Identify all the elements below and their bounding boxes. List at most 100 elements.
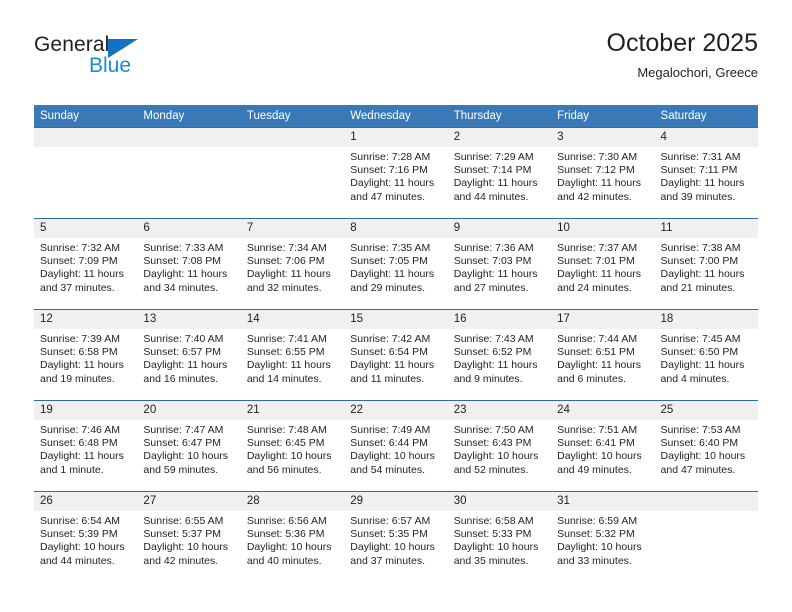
day-box: 4 Sunrise: 7:31 AM Sunset: 7:11 PM Daylight…	[654, 128, 758, 217]
calendar-day-cell[interactable]: 7 Sunrise: 7:34 AM Sunset: 7:06 PM Daylight…	[240, 218, 345, 310]
day-details: Sunrise: 7:50 AM Sunset: 6:43 PM Daylight:…	[448, 420, 551, 477]
calendar-day-cell[interactable]: 16 Sunrise: 7:43 AM Sunset: 6:52 PM Dayligh…	[447, 309, 552, 401]
day-details: Sunrise: 6:55 AM Sunset: 5:37 PM Daylight:…	[137, 511, 240, 568]
calendar-day-cell[interactable]: 28 Sunrise: 6:56 AM Sunset: 5:36 PM Dayligh…	[240, 491, 345, 582]
calendar-day-cell[interactable]: 8 Sunrise: 7:35 AM Sunset: 7:05 PM Daylight…	[344, 218, 448, 310]
calendar-day-cell[interactable]: 21 Sunrise: 7:48 AM Sunset: 6:45 PM Dayligh…	[240, 400, 345, 492]
calendar-day-cell[interactable]: 18 Sunrise: 7:45 AM Sunset: 6:50 PM Dayligh…	[654, 309, 758, 401]
calendar-day-cell[interactable]: 22 Sunrise: 7:49 AM Sunset: 6:44 PM Dayligh…	[344, 400, 448, 492]
weekday-header-monday: Monday	[137, 105, 241, 128]
calendar-day-cell[interactable]: 26 Sunrise: 6:54 AM Sunset: 5:39 PM Dayligh…	[34, 491, 138, 582]
sunset-text: Sunset: 5:36 PM	[246, 528, 325, 541]
daylight-text-cont: and 33 minutes.	[557, 554, 632, 567]
calendar-day-cell[interactable]: 11 Sunrise: 7:38 AM Sunset: 7:00 PM Dayligh…	[654, 218, 758, 310]
sunset-text: Sunset: 6:55 PM	[246, 346, 325, 359]
daylight-text: Daylight: 10 hours	[453, 541, 539, 554]
daylight-text-cont: and 35 minutes.	[453, 554, 529, 567]
day-number: 29	[344, 492, 448, 511]
day-box: 9 Sunrise: 7:36 AM Sunset: 7:03 PM Daylight…	[447, 219, 552, 308]
calendar-day-cell[interactable]: 29 Sunrise: 6:57 AM Sunset: 5:35 PM Dayligh…	[344, 491, 448, 582]
calendar-day-cell[interactable]: 23 Sunrise: 7:50 AM Sunset: 6:43 PM Dayligh…	[447, 400, 552, 492]
sunrise-text: Sunrise: 7:44 AM	[557, 333, 638, 345]
sunrise-text: Sunrise: 7:47 AM	[143, 424, 224, 436]
day-details: Sunrise: 6:58 AM Sunset: 5:33 PM Daylight:…	[448, 511, 551, 568]
daylight-text: Daylight: 10 hours	[557, 450, 642, 463]
calendar-day-cell[interactable]: 20 Sunrise: 7:47 AM Sunset: 6:47 PM Dayligh…	[137, 400, 241, 492]
day-details: Sunrise: 7:45 AM Sunset: 6:50 PM Daylight:…	[655, 329, 758, 386]
daylight-text-cont: and 42 minutes.	[143, 554, 219, 567]
day-number: 12	[34, 310, 138, 329]
weekday-header-tuesday: Tuesday	[240, 105, 345, 128]
daylight-text: Daylight: 10 hours	[660, 450, 746, 463]
calendar-day-cell[interactable]: 25 Sunrise: 7:53 AM Sunset: 6:40 PM Dayligh…	[654, 400, 758, 492]
calendar-body: 1 Sunrise: 7:28 AM Sunset: 7:16 PM Daylight…	[34, 127, 758, 582]
calendar-day-cell[interactable]: 3 Sunrise: 7:30 AM Sunset: 7:12 PM Daylight…	[551, 127, 655, 219]
day-details: Sunrise: 6:54 AM Sunset: 5:39 PM Daylight:…	[34, 511, 137, 568]
calendar-day-cell[interactable]: 31 Sunrise: 6:59 AM Sunset: 5:32 PM Dayligh…	[551, 491, 655, 582]
day-box: 2 Sunrise: 7:29 AM Sunset: 7:14 PM Daylight…	[447, 128, 552, 217]
day-details: Sunrise: 7:31 AM Sunset: 7:11 PM Daylight:…	[655, 147, 758, 204]
day-number: 14	[240, 310, 345, 329]
daylight-text-cont: and 34 minutes.	[143, 281, 219, 294]
calendar-day-cell[interactable]: 13 Sunrise: 7:40 AM Sunset: 6:57 PM Dayligh…	[137, 309, 241, 401]
day-details: Sunrise: 7:30 AM Sunset: 7:12 PM Daylight:…	[551, 147, 654, 204]
calendar-day-cell[interactable]: 5 Sunrise: 7:32 AM Sunset: 7:09 PM Daylight…	[34, 218, 138, 310]
calendar-day-cell[interactable]: 30 Sunrise: 6:58 AM Sunset: 5:33 PM Dayligh…	[447, 491, 552, 582]
day-details: Sunrise: 7:51 AM Sunset: 6:41 PM Daylight:…	[551, 420, 654, 477]
calendar-day-cell[interactable]: 27 Sunrise: 6:55 AM Sunset: 5:37 PM Dayligh…	[137, 491, 241, 582]
calendar-day-cell[interactable]: 19 Sunrise: 7:46 AM Sunset: 6:48 PM Dayligh…	[34, 400, 138, 492]
sunrise-text: Sunrise: 7:42 AM	[350, 333, 431, 345]
calendar-day-cell[interactable]: 4 Sunrise: 7:31 AM Sunset: 7:11 PM Daylight…	[654, 127, 758, 219]
day-number: 9	[447, 219, 552, 238]
calendar-day-cell[interactable]: 1 Sunrise: 7:28 AM Sunset: 7:16 PM Daylight…	[344, 127, 448, 219]
sunrise-text: Sunrise: 7:43 AM	[453, 333, 534, 345]
day-details: Sunrise: 7:46 AM Sunset: 6:48 PM Daylight:…	[34, 420, 137, 477]
calendar-day-cell[interactable]: 2 Sunrise: 7:29 AM Sunset: 7:14 PM Daylight…	[447, 127, 552, 219]
day-number: 20	[137, 401, 241, 420]
day-box	[654, 492, 758, 581]
calendar-day-cell[interactable]: 24 Sunrise: 7:51 AM Sunset: 6:41 PM Dayligh…	[551, 400, 655, 492]
sunrise-text: Sunrise: 7:30 AM	[557, 151, 638, 163]
calendar-day-cell[interactable]: 14 Sunrise: 7:41 AM Sunset: 6:55 PM Dayligh…	[240, 309, 345, 401]
calendar-week-row: 26 Sunrise: 6:54 AM Sunset: 5:39 PM Dayligh…	[34, 491, 758, 582]
sunset-text: Sunset: 6:48 PM	[40, 437, 118, 450]
calendar-day-cell[interactable]: 9 Sunrise: 7:36 AM Sunset: 7:03 PM Daylight…	[447, 218, 552, 310]
sunset-text: Sunset: 6:40 PM	[660, 437, 739, 450]
sunset-text: Sunset: 7:05 PM	[350, 255, 428, 268]
day-number: 31	[551, 492, 655, 511]
daylight-text-cont: and 11 minutes.	[350, 372, 425, 385]
day-box: 13 Sunrise: 7:40 AM Sunset: 6:57 PM Dayligh…	[137, 310, 241, 399]
sunset-text: Sunset: 7:16 PM	[350, 164, 428, 177]
daylight-text-cont: and 54 minutes.	[350, 463, 425, 476]
day-number: 23	[447, 401, 552, 420]
day-box: 18 Sunrise: 7:45 AM Sunset: 6:50 PM Dayligh…	[654, 310, 758, 399]
daylight-text-cont: and 42 minutes.	[557, 190, 632, 203]
daylight-text-cont: and 44 minutes.	[453, 190, 529, 203]
daylight-text-cont: and 56 minutes.	[246, 463, 322, 476]
sunrise-text: Sunrise: 6:58 AM	[453, 515, 534, 527]
day-number: 11	[654, 219, 758, 238]
calendar-day-cell[interactable]: 15 Sunrise: 7:42 AM Sunset: 6:54 PM Dayligh…	[344, 309, 448, 401]
daylight-text: Daylight: 10 hours	[40, 541, 125, 554]
day-number: 18	[654, 310, 758, 329]
day-box: 12 Sunrise: 7:39 AM Sunset: 6:58 PM Dayligh…	[34, 310, 138, 399]
daylight-text: Daylight: 11 hours	[453, 359, 538, 372]
sunrise-text: Sunrise: 7:50 AM	[453, 424, 534, 436]
sunset-text: Sunset: 7:08 PM	[143, 255, 222, 268]
daylight-text: Daylight: 11 hours	[557, 268, 641, 281]
calendar-day-cell[interactable]: 12 Sunrise: 7:39 AM Sunset: 6:58 PM Dayligh…	[34, 309, 138, 401]
daylight-text: Daylight: 10 hours	[143, 541, 229, 554]
day-number: 27	[137, 492, 241, 511]
calendar-day-cell[interactable]: 10 Sunrise: 7:37 AM Sunset: 7:01 PM Dayligh…	[551, 218, 655, 310]
weekday-header-thursday: Thursday	[447, 105, 552, 128]
daylight-text: Daylight: 10 hours	[557, 541, 642, 554]
sunset-text: Sunset: 6:47 PM	[143, 437, 222, 450]
day-number: 28	[240, 492, 345, 511]
sunrise-text: Sunrise: 7:34 AM	[246, 242, 327, 254]
sunrise-text: Sunrise: 7:38 AM	[660, 242, 741, 254]
sunset-text: Sunset: 7:06 PM	[246, 255, 325, 268]
calendar-day-cell[interactable]: 6 Sunrise: 7:33 AM Sunset: 7:08 PM Daylight…	[137, 218, 241, 310]
calendar-day-cell[interactable]: 17 Sunrise: 7:44 AM Sunset: 6:51 PM Dayligh…	[551, 309, 655, 401]
day-details: Sunrise: 7:36 AM Sunset: 7:03 PM Daylight:…	[448, 238, 551, 295]
daylight-text: Daylight: 11 hours	[660, 359, 745, 372]
